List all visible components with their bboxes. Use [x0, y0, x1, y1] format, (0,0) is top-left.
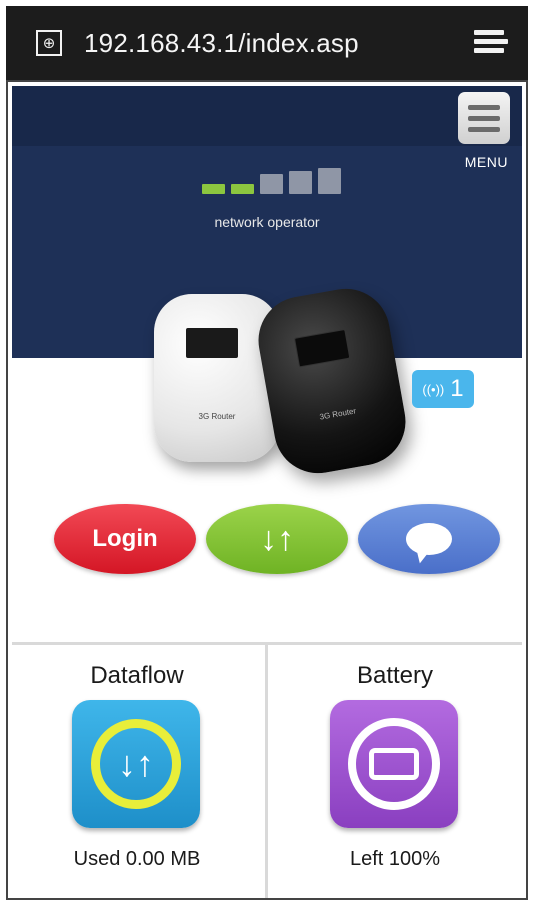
- device-label: 3G Router: [198, 412, 236, 421]
- dataflow-tile[interactable]: ↓↑: [72, 700, 200, 828]
- dataflow-panel[interactable]: Dataflow ↓↑ Used 0.00 MB: [12, 648, 262, 898]
- messages-button[interactable]: [358, 504, 500, 574]
- globe-icon: ⊕: [36, 30, 62, 56]
- menu-label: MENU: [464, 154, 508, 170]
- chat-bubble-icon: [406, 523, 452, 555]
- browser-address-bar: ⊕ 192.168.43.1/index.asp: [6, 6, 528, 80]
- battery-panel[interactable]: Battery Left 100%: [270, 648, 520, 898]
- signal-bar: [289, 171, 312, 194]
- signal-bar: [318, 168, 341, 194]
- network-operator-label: network operator: [214, 214, 320, 230]
- signal-bar: [231, 184, 254, 194]
- wifi-icon: ((•)): [422, 381, 445, 397]
- divider: [265, 645, 268, 898]
- battery-tile[interactable]: [330, 700, 458, 828]
- device-label: 3G Router: [318, 406, 357, 422]
- dataflow-icon: ↓↑: [91, 719, 181, 809]
- signal-strength-icon: [202, 168, 341, 194]
- dataflow-title: Dataflow: [90, 662, 184, 689]
- router-web-page: MENU network operator 3G Router 3G Route…: [6, 80, 528, 900]
- url-text[interactable]: 192.168.43.1/index.asp: [84, 28, 359, 59]
- connected-devices-badge[interactable]: ((•)) 1: [412, 370, 474, 408]
- login-button[interactable]: Login: [54, 504, 196, 574]
- menu-button[interactable]: [458, 92, 510, 144]
- battery-title: Battery: [356, 662, 434, 689]
- banner-top-strip: [12, 86, 522, 146]
- dataflow-value: Used 0.00 MB: [73, 848, 201, 870]
- connected-count: 1: [450, 375, 464, 402]
- signal-bar: [202, 184, 225, 194]
- data-connection-button[interactable]: ↓↑: [206, 504, 348, 574]
- overflow-menu-icon[interactable]: [474, 30, 508, 56]
- battery-value: Left 100%: [349, 848, 441, 870]
- router-image-white: 3G Router: [154, 294, 280, 462]
- battery-icon: [348, 718, 440, 810]
- signal-bar: [260, 174, 283, 194]
